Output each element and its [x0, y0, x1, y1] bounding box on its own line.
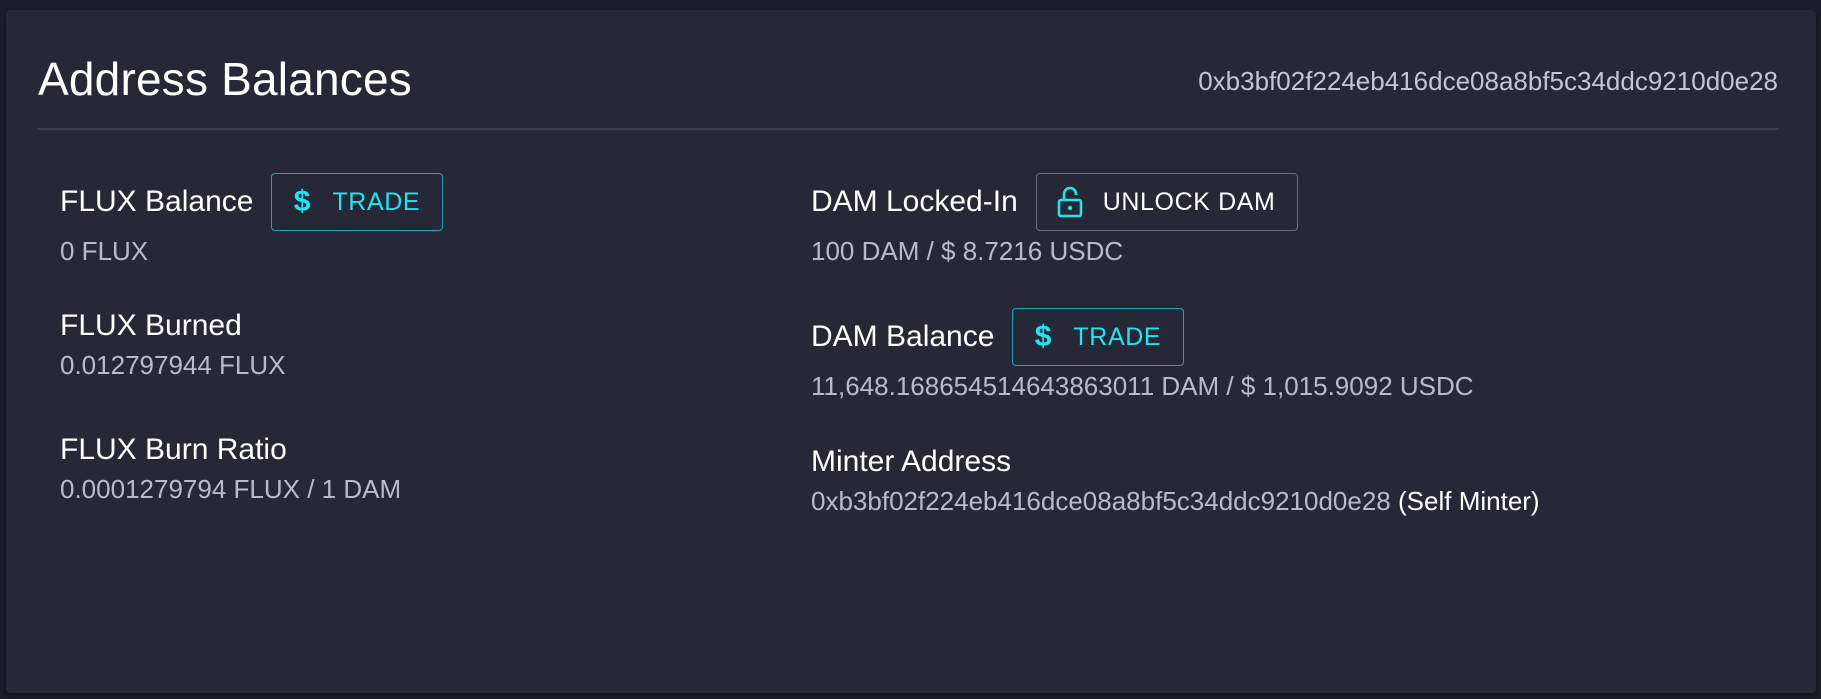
minter-address-label: Minter Address	[811, 445, 1012, 478]
unlock-dam-button[interactable]: UNLOCK DAM	[1035, 173, 1299, 231]
flux-trade-button-label: TRADE	[332, 187, 421, 216]
dollar-icon: $	[293, 185, 312, 218]
flux-burned-value: 0.012797944 FLUX	[60, 350, 286, 380]
card-header: Address Balances 0xb3bf02f224eb416dce08a…	[38, 44, 1778, 130]
flux-burn-ratio-section: FLUX Burn Ratio 0.0001279794 FLUX / 1 DA…	[60, 430, 401, 505]
header-address: 0xb3bf02f224eb416dce08a8bf5c34ddc9210d0e…	[1198, 66, 1778, 96]
dam-locked-in-label: DAM Locked-In	[811, 185, 1018, 218]
flux-balance-section: FLUX Balance $ TRADE 0 FLUX	[60, 172, 444, 267]
flux-balance-value: 0 FLUX	[60, 236, 149, 266]
dam-locked-in-value: 100 DAM / $ 8.7216 USDC	[811, 236, 1124, 266]
flux-burned-section: FLUX Burned 0.012797944 FLUX	[60, 306, 286, 381]
dam-balance-section: DAM Balance $ TRADE 11,648.1686545146438…	[811, 307, 1474, 402]
dollar-icon: $	[1034, 320, 1053, 353]
unlock-dam-button-label: UNLOCK DAM	[1102, 187, 1276, 216]
flux-burn-ratio-label: FLUX Burn Ratio	[60, 433, 287, 466]
dam-trade-button[interactable]: $ TRADE	[1012, 308, 1185, 366]
flux-burn-ratio-value: 0.0001279794 FLUX / 1 DAM	[60, 474, 402, 504]
page-title: Address Balances	[38, 53, 412, 105]
unlock-icon	[1057, 186, 1083, 218]
self-minter-tag: (Self Minter)	[1398, 486, 1540, 516]
dam-trade-button-label: TRADE	[1073, 322, 1162, 351]
address-balances-card: Address Balances 0xb3bf02f224eb416dce08a…	[6, 10, 1816, 693]
dam-balance-label: DAM Balance	[811, 320, 995, 353]
dam-balance-value: 11,648.168654514643863011 DAM / $ 1,015.…	[811, 371, 1474, 401]
flux-trade-button[interactable]: $ TRADE	[271, 173, 444, 231]
minter-address-value: 0xb3bf02f224eb416dce08a8bf5c34ddc9210d0e…	[811, 486, 1540, 517]
flux-burned-label: FLUX Burned	[60, 309, 242, 342]
minter-address-section: Minter Address 0xb3bf02f224eb416dce08a8b…	[811, 442, 1540, 517]
flux-balance-label: FLUX Balance	[60, 185, 254, 218]
minter-address-text: 0xb3bf02f224eb416dce08a8bf5c34ddc9210d0e…	[811, 486, 1391, 516]
dam-locked-in-section: DAM Locked-In UNLOCK DAM 100 DAM / $ 8.7…	[811, 172, 1299, 267]
